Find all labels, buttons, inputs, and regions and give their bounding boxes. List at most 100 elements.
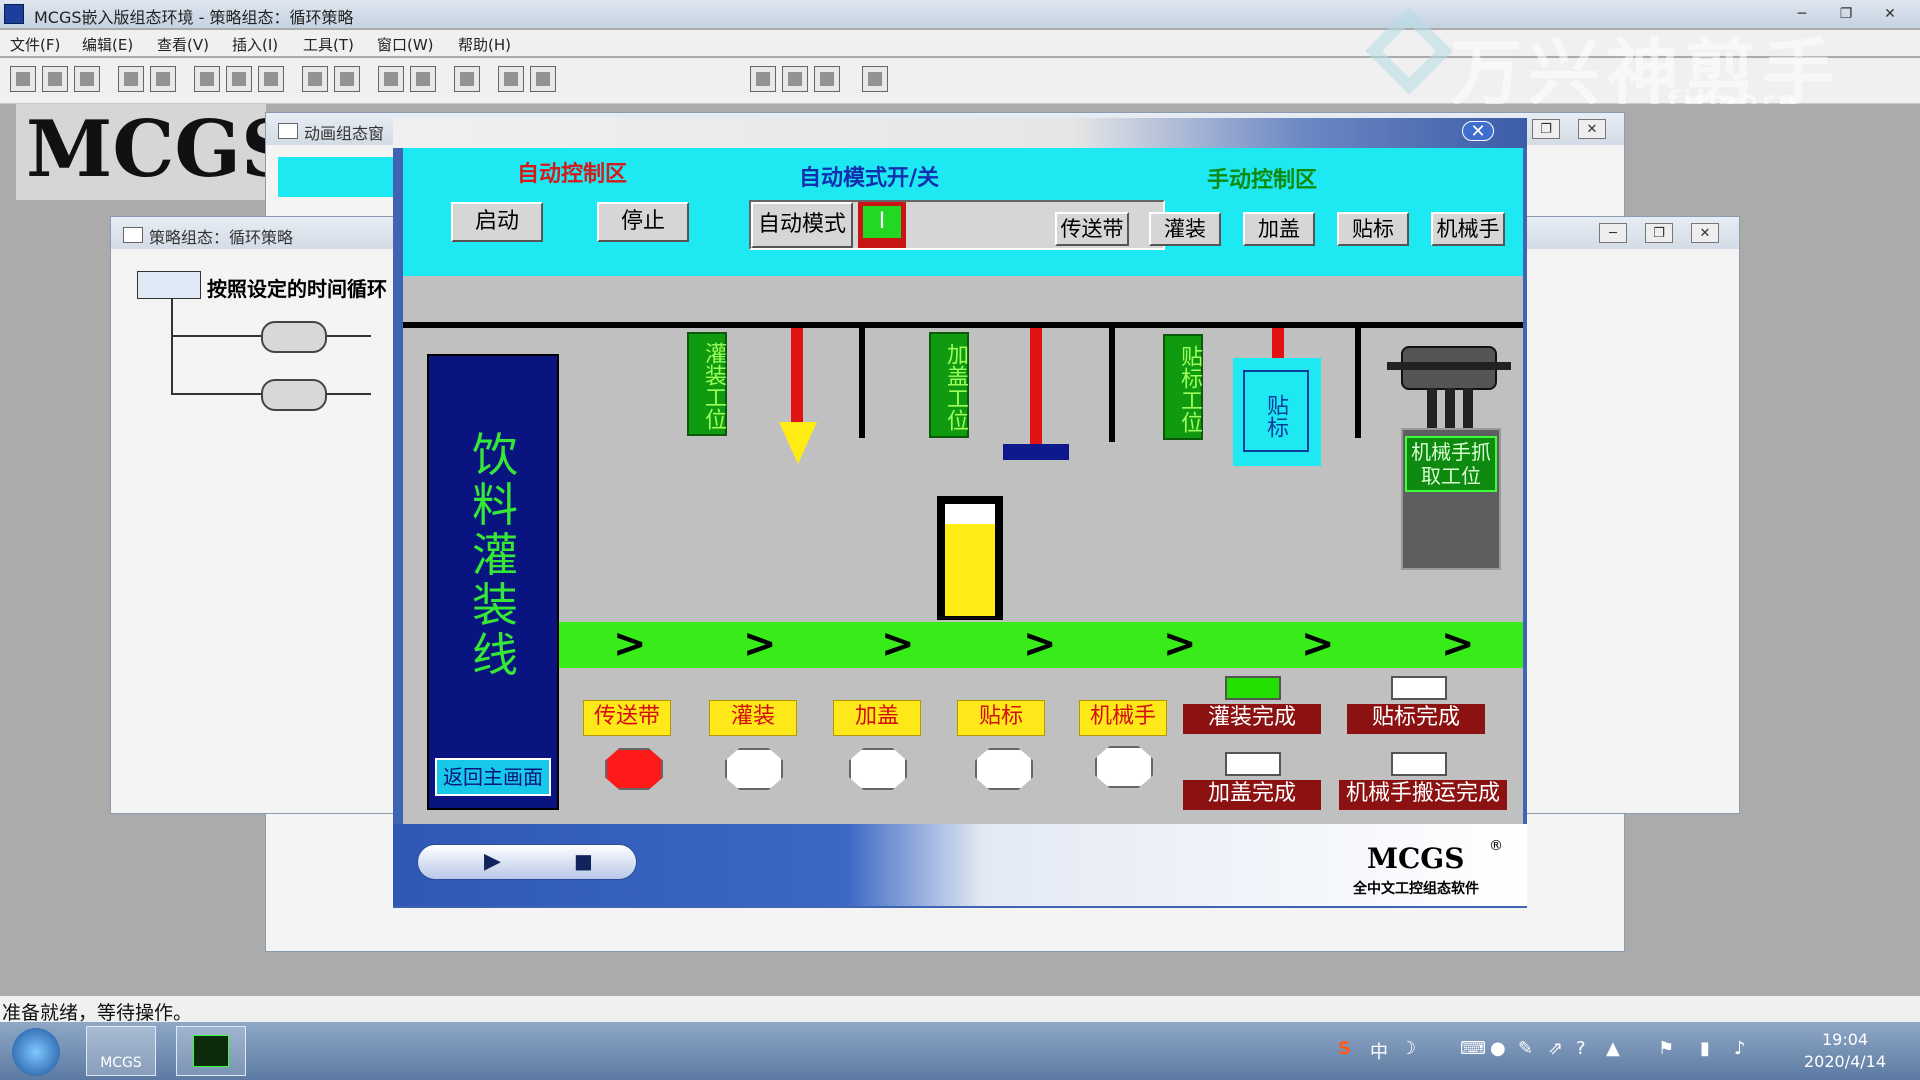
- conveyor-arrow: >: [1441, 621, 1475, 667]
- brand-logo: MCGS: [1367, 842, 1465, 875]
- print-icon[interactable]: [118, 66, 144, 92]
- auto-mode-switch[interactable]: I: [858, 202, 906, 248]
- conveyor-belt: > > > > > > >: [559, 622, 1523, 668]
- open-icon[interactable]: [42, 66, 68, 92]
- label-box-text: 贴标: [1243, 370, 1309, 452]
- wrench-icon[interactable]: ✎: [1518, 1038, 1533, 1059]
- menu-insert[interactable]: 插入(I): [232, 34, 278, 55]
- copy-icon[interactable]: [226, 66, 252, 92]
- menu-window[interactable]: 窗口(W): [377, 34, 434, 55]
- conveyor-arrow: >: [1301, 621, 1335, 667]
- status-filling-lamp: [725, 748, 783, 790]
- auto-zone-title: 自动控制区: [517, 161, 628, 187]
- taskbar-app-mcgs[interactable]: MCGS: [86, 1026, 156, 1076]
- undo-icon[interactable]: [302, 66, 328, 92]
- cap-done-indicator: [1225, 752, 1281, 776]
- taskbar-app-simulator[interactable]: [176, 1026, 246, 1076]
- rail-post: [859, 328, 865, 438]
- mcgs-logo: MCGS: [16, 104, 297, 200]
- cap-press-head: [1003, 444, 1069, 460]
- download-icon[interactable]: [750, 66, 776, 92]
- tray-time[interactable]: 19:04: [1822, 1030, 1868, 1049]
- user-icon[interactable]: ●: [1490, 1038, 1506, 1059]
- status-bar: 准备就绪，等待操作。: [0, 996, 1920, 1024]
- new-window-icon[interactable]: [10, 66, 36, 92]
- ime-mode-indicator[interactable]: 中: [1370, 1038, 1388, 1064]
- start-button-icon[interactable]: [12, 1028, 60, 1076]
- robot-pick-station: 机械手抓取工位: [1401, 428, 1501, 570]
- keyboard-icon[interactable]: ⌨: [1460, 1038, 1486, 1059]
- menu-view[interactable]: 查看(V): [157, 34, 209, 55]
- fill-done-label: 灌装完成: [1183, 704, 1321, 734]
- menu-tools[interactable]: 工具(T): [303, 34, 354, 55]
- cut-icon[interactable]: [194, 66, 220, 92]
- redo-icon[interactable]: [334, 66, 360, 92]
- paste-icon[interactable]: [258, 66, 284, 92]
- strategy-folder-icon[interactable]: [137, 271, 201, 299]
- start-button[interactable]: 启动: [451, 202, 543, 242]
- hmi-bottom-bar: ▶ ■ MCGS ® 全中文工控组态软件: [393, 824, 1527, 906]
- robot-done-indicator: [1391, 752, 1447, 776]
- window-title: MCGS嵌入版组态环境 - 策略组态：循环策略: [34, 8, 354, 27]
- flag-icon[interactable]: ⚑: [1658, 1038, 1674, 1059]
- robot-station-label: 机械手抓取工位: [1405, 436, 1497, 492]
- anim-preview-strip: [278, 157, 398, 197]
- moon-icon[interactable]: ☽: [1400, 1038, 1416, 1059]
- print-preview-icon[interactable]: [150, 66, 176, 92]
- anim-restore-button[interactable]: ❐: [1532, 119, 1560, 139]
- sogou-ime-icon[interactable]: S: [1338, 1038, 1351, 1059]
- strategy2-icon[interactable]: [530, 66, 556, 92]
- anim-close-button[interactable]: ✕: [1578, 119, 1606, 139]
- check-icon[interactable]: [782, 66, 808, 92]
- tray-date[interactable]: 2020/4/14: [1804, 1052, 1886, 1071]
- strategy-close-button[interactable]: ✕: [1691, 223, 1719, 243]
- help-tray-icon[interactable]: ?: [1576, 1038, 1586, 1059]
- strategy-node-label[interactable]: 按照设定的时间循环: [207, 273, 387, 302]
- tools-icon[interactable]: [378, 66, 404, 92]
- hmi-close-button[interactable]: ✕: [1462, 121, 1494, 142]
- status-conveyor-lamp: [605, 748, 663, 790]
- volume-icon[interactable]: ♪: [1734, 1038, 1746, 1059]
- network-icon[interactable]: ▮: [1700, 1038, 1710, 1059]
- app-icon: [4, 4, 24, 24]
- run-icon[interactable]: [814, 66, 840, 92]
- show-hidden-icon[interactable]: ▲: [1606, 1038, 1620, 1059]
- return-main-button[interactable]: 返回主画面: [435, 758, 551, 796]
- stop-playback-button[interactable]: ■: [574, 849, 593, 873]
- manual-filling-button[interactable]: 灌装: [1149, 212, 1221, 246]
- label-done-label: 贴标完成: [1347, 704, 1485, 734]
- manual-conveyor-button[interactable]: 传送带: [1055, 212, 1129, 246]
- auto-switch-title: 自动模式开/关: [799, 165, 940, 191]
- strategy-restore-button[interactable]: ❐: [1645, 223, 1673, 243]
- label-rod: [1272, 328, 1284, 358]
- help-icon[interactable]: [862, 66, 888, 92]
- manual-capping-button[interactable]: 加盖: [1243, 212, 1315, 246]
- menu-file[interactable]: 文件(F): [10, 34, 60, 55]
- strategy-icon[interactable]: [498, 66, 524, 92]
- conveyor-arrow: >: [743, 621, 777, 667]
- auto-mode-button[interactable]: 自动模式: [751, 202, 853, 248]
- fill-nozzle-rod: [791, 328, 803, 422]
- status-filling-label: 灌装: [709, 700, 797, 736]
- play-button[interactable]: ▶: [484, 849, 501, 874]
- component-icon[interactable]: [454, 66, 480, 92]
- status-labeling-lamp: [975, 748, 1033, 790]
- manual-robot-button[interactable]: 机械手: [1431, 212, 1505, 246]
- save-icon[interactable]: [74, 66, 100, 92]
- menu-help[interactable]: 帮助(H): [458, 34, 511, 55]
- strategy-row-icon[interactable]: [261, 379, 327, 411]
- strategy-minimize-button[interactable]: ─: [1599, 223, 1627, 243]
- fill-station-label: 灌装工位: [687, 332, 727, 436]
- rail-post: [1355, 328, 1361, 438]
- conveyor-arrow: >: [613, 621, 647, 667]
- share-icon[interactable]: ⇗: [1548, 1038, 1563, 1059]
- strategy-row-icon[interactable]: [261, 321, 327, 353]
- compile-icon[interactable]: [410, 66, 436, 92]
- menu-edit[interactable]: 编辑(E): [82, 34, 133, 55]
- taskbar: MCGS S 中 ☽ ⌨ ● ✎ ⇗ ? ▲ ⚑ ▮ ♪ 19:04 2020/…: [0, 1022, 1920, 1080]
- robot-arm-icon: [1387, 336, 1511, 428]
- stop-button[interactable]: 停止: [597, 202, 689, 242]
- close-button[interactable]: ✕: [1870, 3, 1910, 25]
- manual-labeling-button[interactable]: 贴标: [1337, 212, 1409, 246]
- label-done-indicator: [1391, 676, 1447, 700]
